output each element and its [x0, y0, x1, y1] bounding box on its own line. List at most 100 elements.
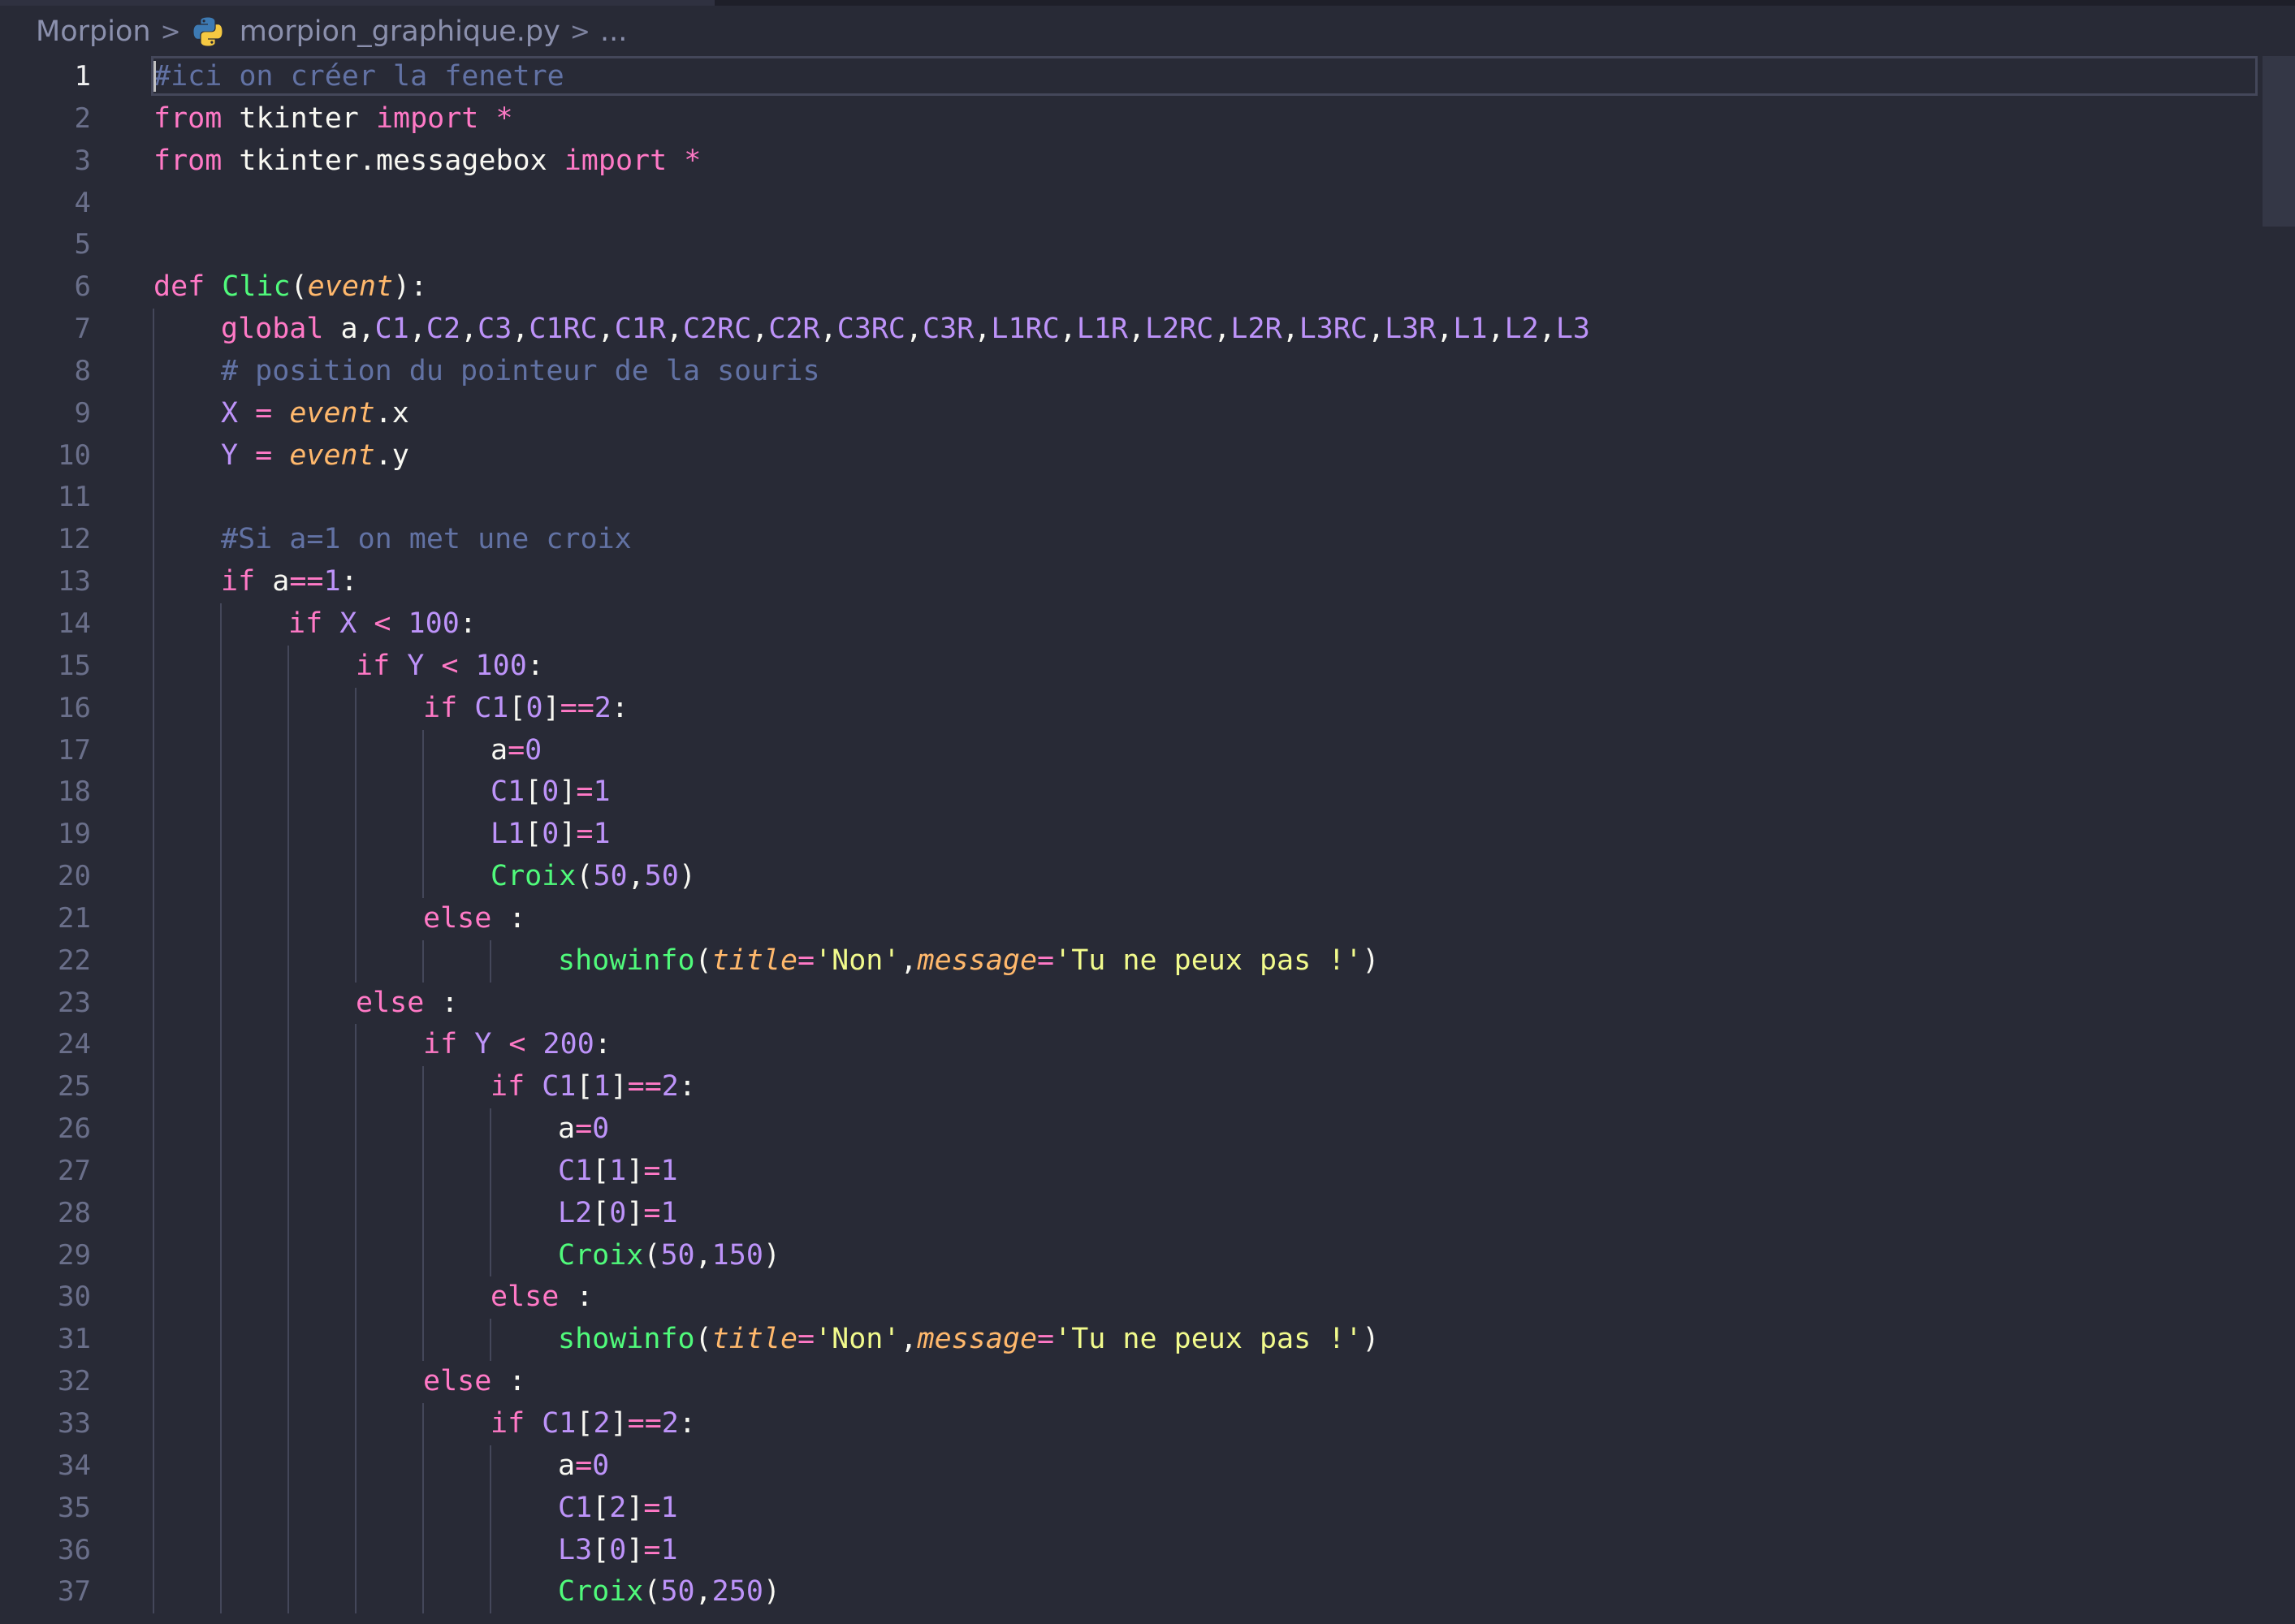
code-line[interactable]: Croix(50,50) [0, 856, 2258, 898]
indent-guide [287, 1234, 289, 1277]
code-line[interactable]: L3[0]=1 [0, 1529, 2258, 1572]
code-area[interactable]: #ici on créer la fenetre from tkinter imp… [0, 56, 2258, 1614]
code-editor[interactable]: Morpion > morpion_graphique.py > ... 123… [0, 0, 2295, 1624]
indent-guide [422, 814, 424, 857]
code-line[interactable]: X = event.x [0, 392, 2258, 435]
code-token: , [512, 313, 529, 346]
indent-guide [422, 1403, 424, 1445]
code-line[interactable]: showinfo(title='Non',message='Tu ne peux… [0, 1319, 2258, 1362]
code-line[interactable]: #ici on créer la fenetre [0, 56, 2258, 98]
indent-guide [490, 1529, 491, 1572]
code-line[interactable]: else : [0, 897, 2258, 940]
indent-guide [422, 1571, 424, 1614]
code-token: event [289, 438, 375, 472]
code-line[interactable]: Croix(50,150) [0, 1234, 2258, 1277]
scrollbar-thumb[interactable] [2263, 56, 2295, 227]
code-token: ) [763, 1575, 780, 1609]
code-token: L1R [1076, 313, 1128, 346]
code-line[interactable]: from tkinter import * [0, 98, 2258, 140]
code-token: = [255, 396, 273, 430]
code-token: C3R [923, 313, 975, 346]
code-line[interactable]: if X < 100: [0, 603, 2258, 646]
code-token: , [1059, 313, 1077, 346]
code-line[interactable]: a=0 [0, 1445, 2258, 1488]
code-line[interactable]: a=0 [0, 729, 2258, 772]
code-token: ): [393, 270, 428, 304]
code-line[interactable]: showinfo(title='Non',message='Tu ne peux… [0, 939, 2258, 983]
code-line[interactable]: if C1[1]==2: [0, 1066, 2258, 1109]
indent-guide [153, 897, 154, 940]
indent-guide [422, 1529, 424, 1572]
code-token: 1 [660, 1154, 678, 1187]
code-line[interactable]: C1[0]=1 [0, 771, 2258, 814]
code-token: message [917, 1323, 1038, 1356]
indent-guide [153, 645, 154, 688]
code-line[interactable]: from tkinter.messagebox import * [0, 140, 2258, 183]
code-line[interactable]: C1[2]=1 [0, 1487, 2258, 1530]
code-token: from [153, 102, 223, 135]
code-token: if [221, 565, 256, 598]
breadcrumb-file[interactable]: morpion_graphique.py [240, 15, 560, 48]
indent-guide [220, 1276, 222, 1320]
code-line[interactable]: if C1[2]==2: [0, 1403, 2258, 1445]
code-token: [ [592, 1533, 610, 1566]
code-line[interactable]: else : [0, 982, 2258, 1025]
code-line[interactable]: L1[0]=1 [0, 814, 2258, 857]
code-token: L3RC [1299, 313, 1368, 346]
code-token: 1 [660, 1533, 678, 1566]
indent-guide [355, 1192, 357, 1235]
code-line[interactable]: if a==1: [0, 561, 2258, 603]
code-token: 100 [408, 607, 460, 640]
code-line[interactable]: a=0 [0, 1108, 2258, 1151]
code-line[interactable]: if C1[0]==2: [0, 687, 2258, 730]
code-token: C1 [558, 1491, 593, 1524]
code-line[interactable]: if Y < 100: [0, 645, 2258, 688]
code-token: , [694, 1575, 712, 1609]
code-token: ) [763, 1238, 780, 1272]
code-line[interactable]: # position du pointeur de la souris [0, 350, 2258, 393]
code-token: , [694, 1238, 712, 1272]
indent-guide [422, 1319, 424, 1362]
breadcrumb-folder[interactable]: Morpion [36, 15, 151, 48]
indent-guide [153, 392, 154, 435]
code-line[interactable]: Y = event.y [0, 434, 2258, 477]
code-line[interactable]: C1[1]=1 [0, 1150, 2258, 1193]
indent-guide [220, 1234, 222, 1277]
code-token: 50 [660, 1238, 695, 1272]
indent-guide [287, 1571, 289, 1614]
code-line[interactable]: global a,C1,C2,C3,C1RC,C1R,C2RC,C2R,C3RC… [0, 309, 2258, 351]
code-line[interactable]: else : [0, 1361, 2258, 1403]
code-token: #Si a=1 on met une croix [221, 523, 632, 556]
code-line[interactable]: Croix(50,250) [0, 1571, 2258, 1614]
code-token: [ [508, 691, 526, 724]
code-line[interactable]: def Clic(event): [0, 266, 2258, 309]
code-token: == [289, 565, 324, 598]
code-token: event [289, 396, 375, 430]
code-line[interactable] [0, 477, 2258, 520]
breadcrumb-symbol-ellipsis[interactable]: ... [600, 15, 627, 48]
indent-guide [153, 1571, 154, 1614]
code-token: , [974, 313, 992, 346]
code-line[interactable] [0, 224, 2258, 266]
indent-guide [490, 1108, 491, 1151]
code-line[interactable]: #Si a=1 on met une croix [0, 519, 2258, 562]
code-token: if [356, 649, 391, 682]
indent-guide [220, 771, 222, 814]
code-token: 50 [660, 1575, 695, 1609]
code-line[interactable]: L2[0]=1 [0, 1192, 2258, 1235]
code-token: ( [694, 1323, 712, 1356]
code-token: C1 [542, 1070, 577, 1104]
indent-guide [220, 1192, 222, 1235]
code-line[interactable] [0, 183, 2258, 225]
code-token: < [441, 649, 459, 682]
code-token: == [560, 691, 594, 724]
code-token: global [221, 313, 324, 346]
code-line[interactable]: if Y < 200: [0, 1024, 2258, 1067]
vertical-scrollbar[interactable] [2263, 56, 2295, 1624]
code-token: , [408, 313, 426, 346]
code-line[interactable]: else : [0, 1276, 2258, 1320]
